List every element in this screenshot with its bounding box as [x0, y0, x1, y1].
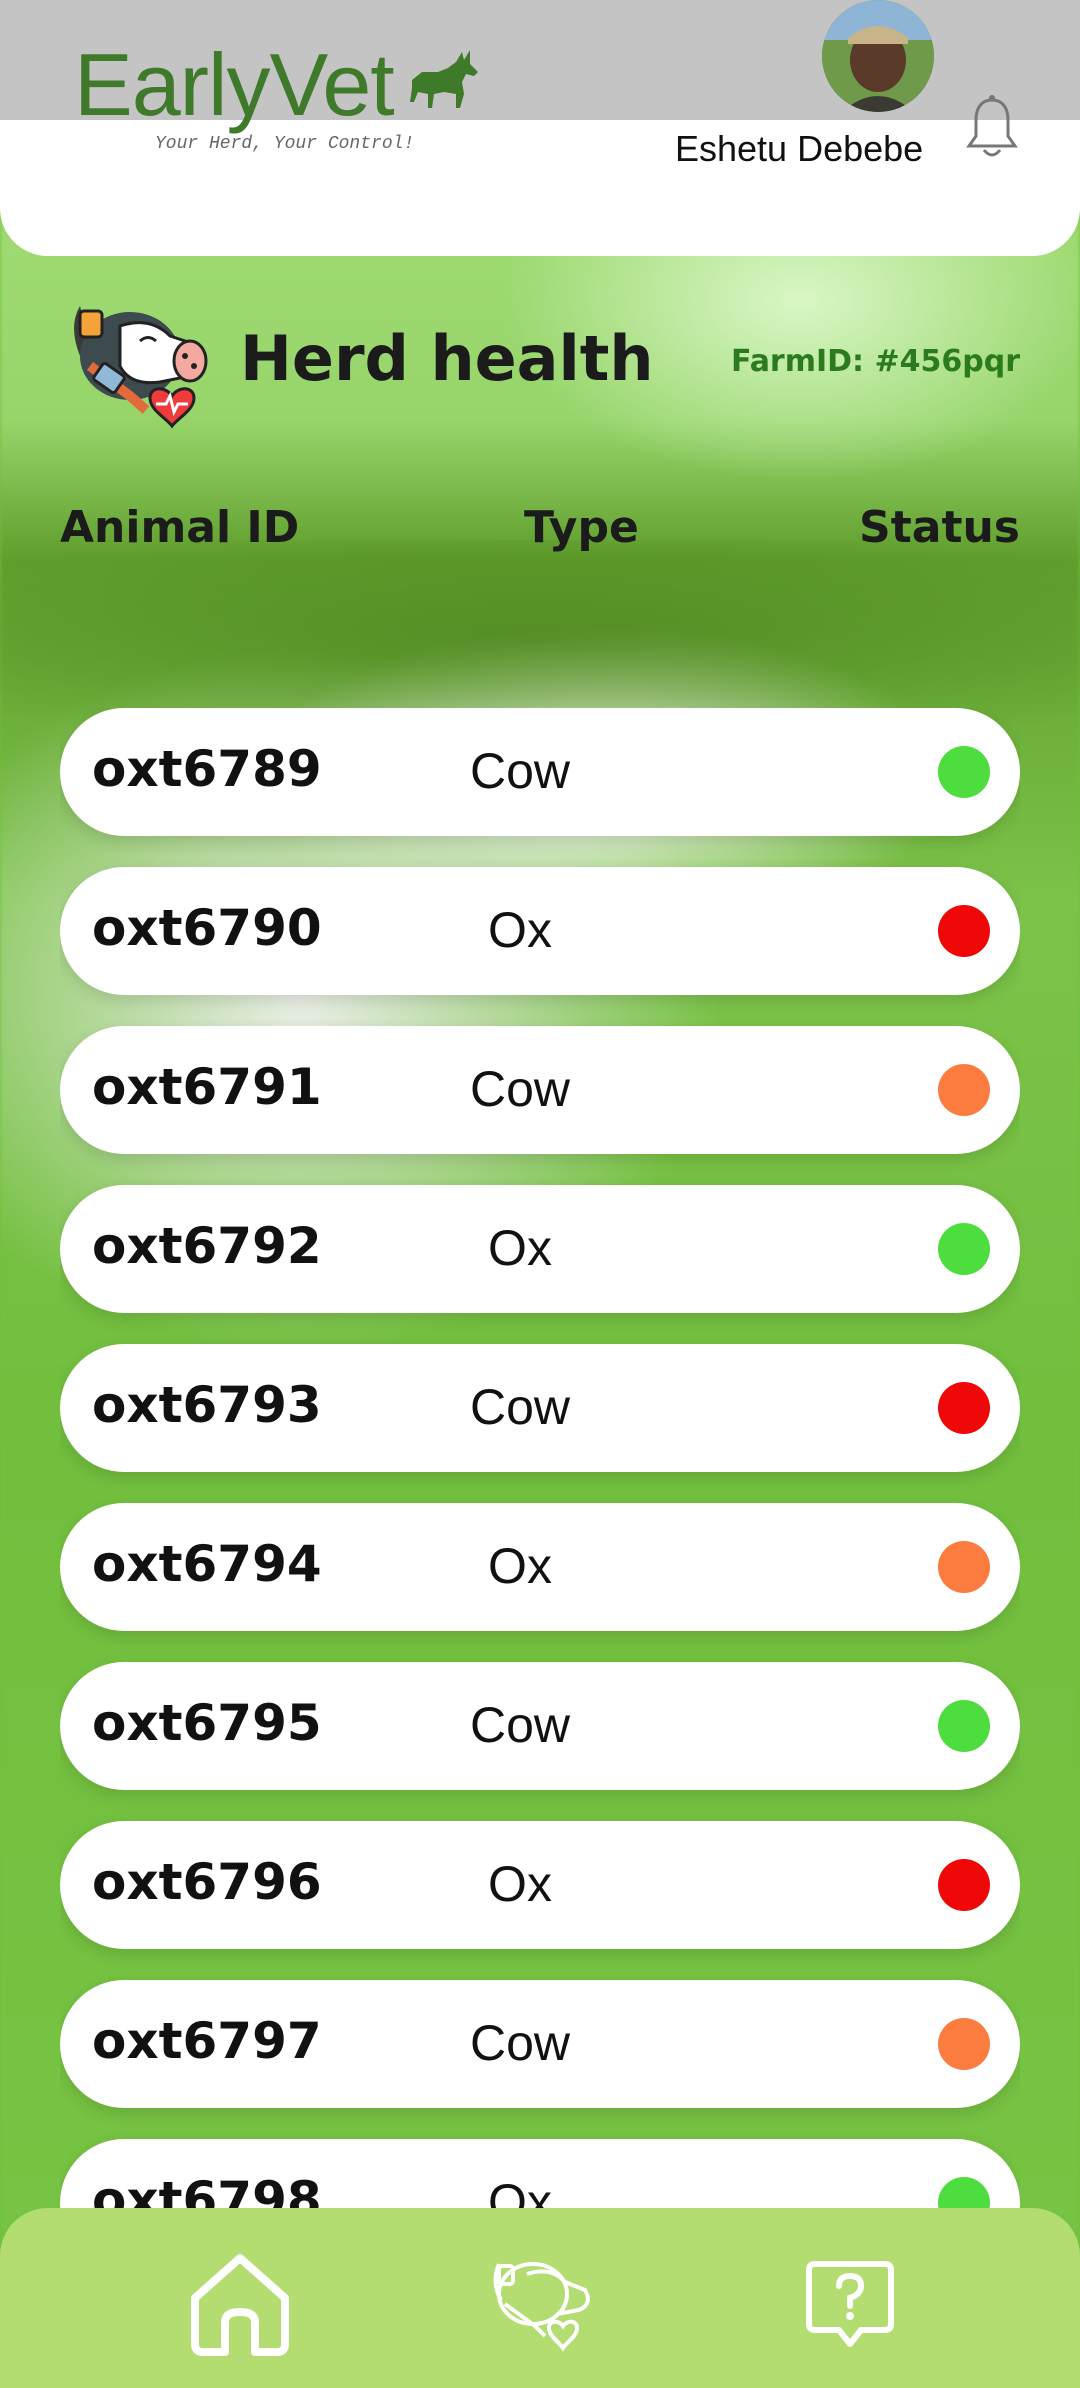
animal-row[interactable]: oxt6797 Cow [60, 1980, 1020, 2108]
animal-type: Cow [469, 2015, 571, 2071]
animal-id: oxt6789 [92, 740, 322, 798]
status-indicator [938, 1541, 990, 1593]
animal-type: Ox [488, 2174, 552, 2208]
animal-type: Cow [469, 1697, 571, 1753]
animal-row[interactable]: oxt6790 Ox [60, 867, 1020, 995]
user-name: Eshetu Debebe [675, 128, 924, 169]
animal-row[interactable]: oxt6793 Cow [60, 1344, 1020, 1472]
animal-id: oxt6794 [92, 1535, 322, 1593]
animal-type: Ox [488, 902, 552, 958]
animal-type: Cow [469, 1061, 571, 1117]
farm-id: FarmID: #456pqr [730, 344, 1020, 379]
column-header-type: Type [524, 502, 639, 553]
animal-id: oxt6792 [92, 1217, 322, 1275]
animal-id: oxt6797 [92, 2012, 322, 2070]
animal-id: oxt6793 [92, 1376, 322, 1434]
animal-type: Cow [469, 1379, 571, 1435]
animal-type: Ox [488, 1220, 552, 1276]
animal-row[interactable]: oxt6789 Cow [60, 708, 1020, 836]
animal-row[interactable]: oxt6792 Ox [60, 1185, 1020, 1313]
animal-row[interactable]: oxt6796 Ox [60, 1821, 1020, 1949]
status-indicator [938, 1859, 990, 1911]
goat-logo-icon [409, 50, 478, 108]
animal-list[interactable]: oxt6789 Cow oxt6790 Ox oxt6791 Cow oxt67… [60, 708, 1020, 2208]
animal-type: Ox [488, 1538, 552, 1594]
animal-id: oxt6798 [92, 2171, 322, 2208]
bell-icon[interactable] [964, 94, 1020, 160]
column-header-animal-id: Animal ID [60, 502, 300, 553]
animal-type: Cow [469, 743, 571, 799]
status-indicator [938, 746, 990, 798]
status-indicator [938, 1700, 990, 1752]
status-indicator [938, 905, 990, 957]
status-indicator [938, 2018, 990, 2070]
herd-health-icon[interactable] [485, 2248, 595, 2358]
column-header-status: Status [859, 502, 1020, 553]
animal-id: oxt6790 [92, 899, 322, 957]
home-icon[interactable] [185, 2248, 295, 2358]
animal-row[interactable]: oxt6794 Ox [60, 1503, 1020, 1631]
animal-type: Ox [488, 1856, 552, 1912]
animal-row[interactable]: oxt6795 Cow [60, 1662, 1020, 1790]
status-indicator [938, 1064, 990, 1116]
page-title: Herd health [240, 322, 654, 395]
animal-id: oxt6791 [92, 1058, 322, 1116]
animal-id: oxt6795 [92, 1694, 322, 1752]
animal-row[interactable]: oxt6791 Cow [60, 1026, 1020, 1154]
status-indicator [938, 1223, 990, 1275]
avatar-portrait-icon [822, 0, 934, 112]
animal-row[interactable]: oxt6798 Ox [60, 2139, 1020, 2208]
cow-health-icon [74, 306, 208, 429]
user-avatar[interactable] [822, 0, 934, 112]
bottom-nav [0, 2208, 1080, 2388]
tagline: Your Herd, Your Control! [155, 134, 415, 154]
status-indicator [938, 2177, 990, 2208]
app-logo: EarlyVet [74, 30, 484, 130]
animal-id: oxt6796 [92, 1853, 322, 1911]
help-icon[interactable] [795, 2248, 905, 2358]
logo-text: EarlyVet [74, 35, 395, 134]
status-indicator [938, 1382, 990, 1434]
